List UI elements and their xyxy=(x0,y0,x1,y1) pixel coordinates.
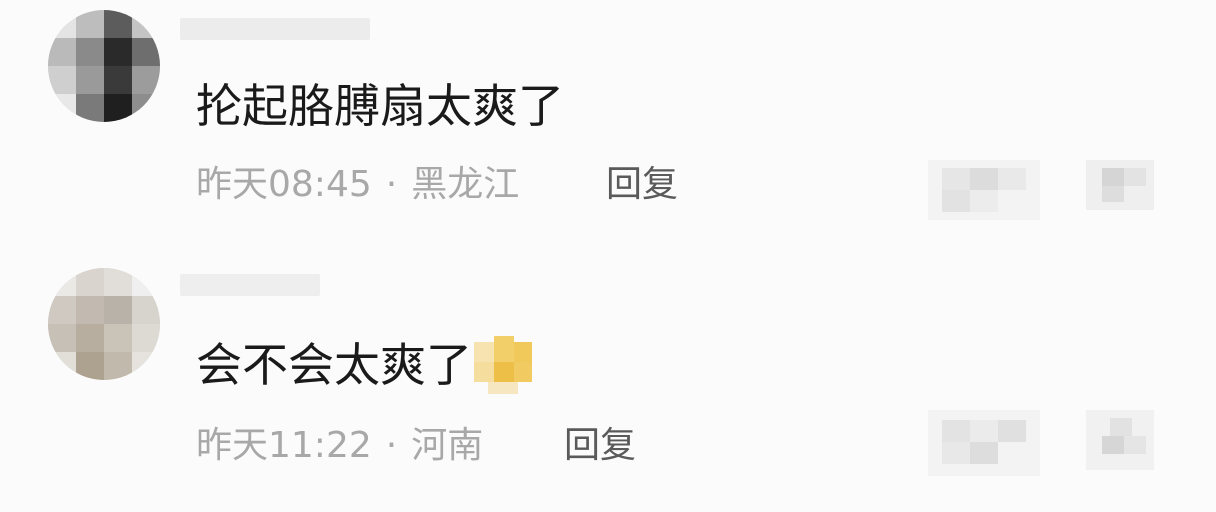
avatar[interactable] xyxy=(48,268,160,380)
dislike-button-blurred[interactable] xyxy=(1086,410,1154,470)
blurred-like-icon xyxy=(928,160,1040,220)
avatar[interactable] xyxy=(48,10,160,122)
pixelated-avatar-image xyxy=(48,268,160,380)
reply-button[interactable]: 回复 xyxy=(606,163,678,207)
blurred-emoji-icon xyxy=(474,335,532,394)
blurred-like-icon xyxy=(928,410,1040,476)
like-button-blurred[interactable] xyxy=(928,160,1040,220)
blurred-dislike-icon xyxy=(1086,160,1154,210)
username-blurred[interactable] xyxy=(180,18,370,40)
username-blurred[interactable] xyxy=(180,274,320,296)
meta-separator: · xyxy=(385,164,398,205)
comment-location: 黑龙江 xyxy=(411,164,520,205)
dislike-button-blurred[interactable] xyxy=(1086,160,1154,210)
comment-meta: 昨天11:22 · 河南 xyxy=(196,424,483,468)
pixelated-avatar-image xyxy=(48,10,160,122)
comment-text: 会不会太爽了 xyxy=(196,335,532,398)
comment-text: 抡起胳膊扇太爽了 xyxy=(196,79,564,133)
comment-text-body: 会不会太爽了 xyxy=(196,338,472,392)
comment-time: 昨天08:45 xyxy=(196,164,372,205)
comment-location: 河南 xyxy=(411,425,484,466)
meta-separator: · xyxy=(385,425,398,466)
comment-meta: 昨天08:45 · 黑龙江 xyxy=(196,163,519,207)
reply-button[interactable]: 回复 xyxy=(564,424,636,468)
comment-list: 抡起胳膊扇太爽了 昨天08:45 · 黑龙江 回复 会不会太爽了 昨天11:22… xyxy=(0,0,1216,512)
blurred-dislike-icon xyxy=(1086,410,1154,470)
comment-time: 昨天11:22 xyxy=(196,425,372,466)
emoji-icon xyxy=(474,335,532,394)
like-button-blurred[interactable] xyxy=(928,410,1040,476)
